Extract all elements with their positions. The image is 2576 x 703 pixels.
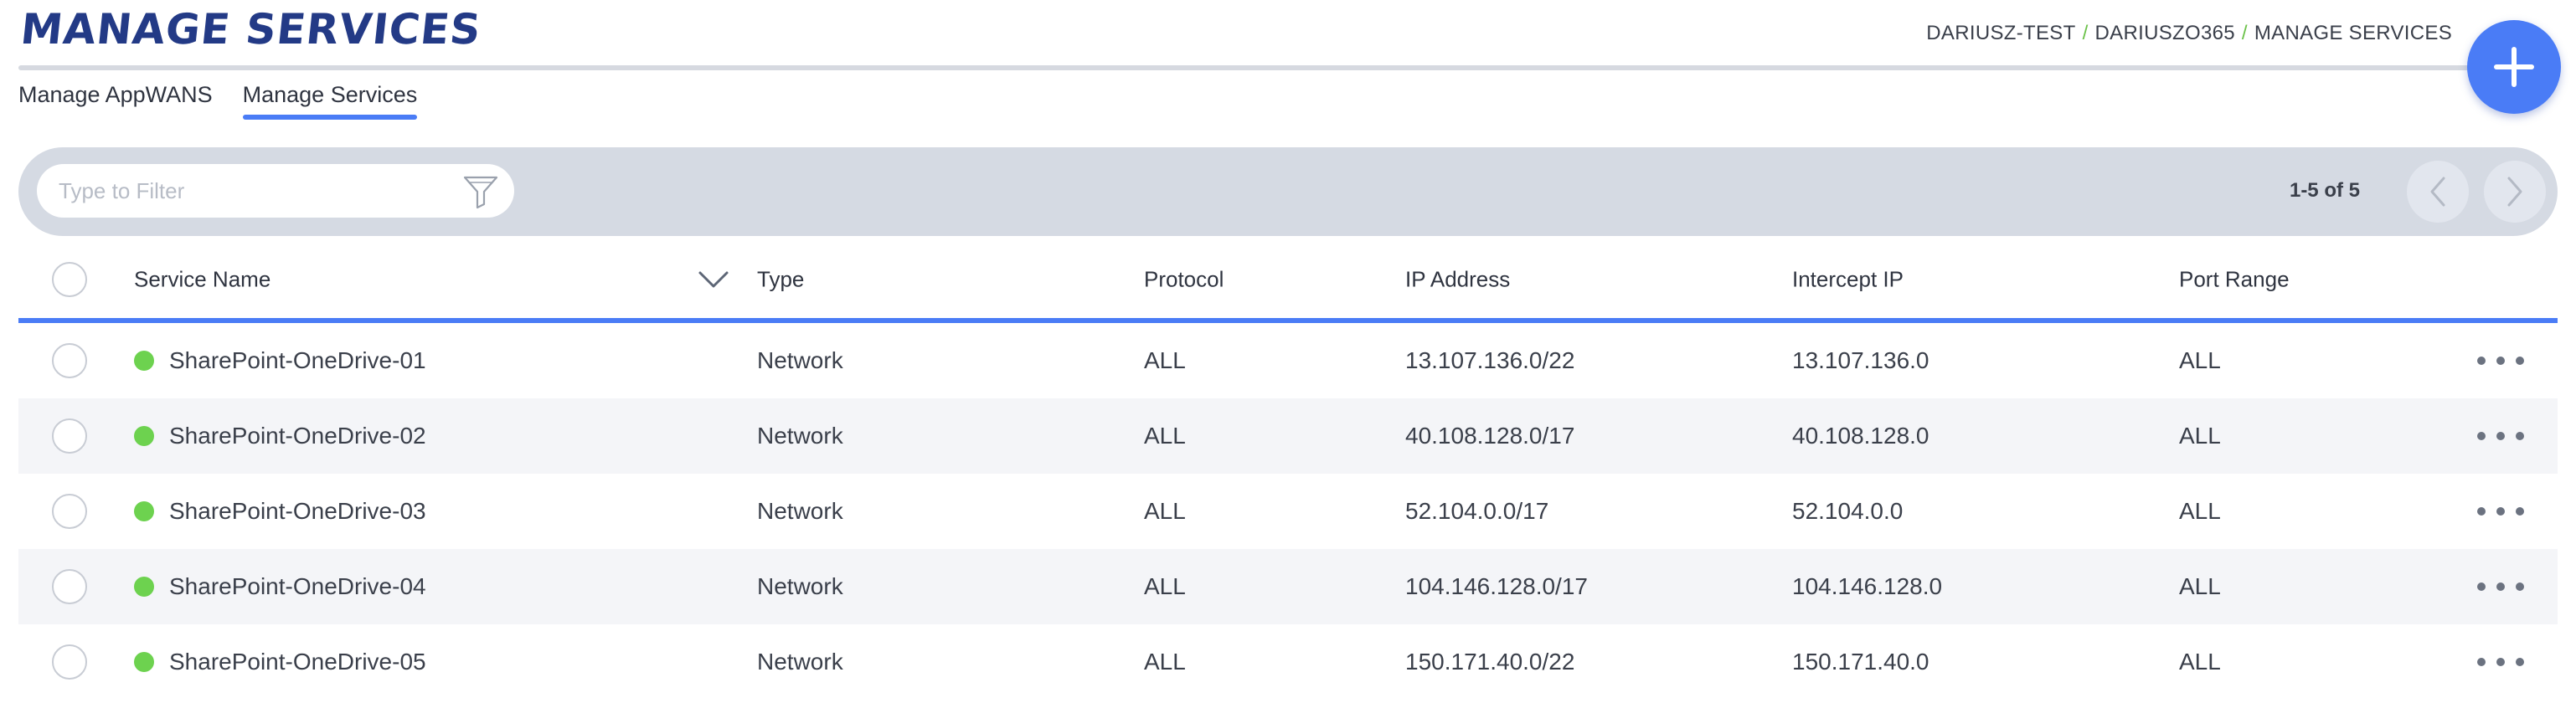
pagination-label: 1-5 of 5 (2289, 179, 2360, 202)
service-ip-address: 13.107.136.0/22 (1405, 347, 1575, 373)
tab-manage-appwans[interactable]: Manage AppWANS (18, 82, 213, 120)
more-options-icon[interactable] (2477, 503, 2524, 520)
service-name[interactable]: SharePoint-OneDrive-01 (169, 347, 426, 374)
breadcrumb: DARIUSZ-TEST / DARIUSZO365 / MANAGE SERVICES (1926, 22, 2452, 45)
service-ip-address: 104.146.128.0/17 (1405, 573, 1588, 599)
tab-manage-services[interactable]: Manage Services (242, 82, 417, 120)
breadcrumb-item-current: MANAGE SERVICES (2254, 22, 2452, 44)
service-intercept-ip: 52.104.0.0 (1792, 498, 1904, 524)
title-divider (18, 65, 2474, 70)
column-header-service-name[interactable]: Service Name (134, 267, 270, 293)
service-type: Network (757, 649, 843, 675)
service-protocol: ALL (1144, 347, 1186, 373)
service-port-range: ALL (2179, 573, 2221, 599)
service-protocol: ALL (1144, 649, 1186, 675)
service-type: Network (757, 498, 843, 524)
service-name[interactable]: SharePoint-OneDrive-02 (169, 423, 426, 449)
service-name[interactable]: SharePoint-OneDrive-03 (169, 498, 426, 525)
funnel-icon[interactable] (462, 174, 499, 209)
filter-field (37, 164, 514, 218)
service-intercept-ip: 13.107.136.0 (1792, 347, 1929, 373)
service-type: Network (757, 573, 843, 599)
more-options-icon[interactable] (2477, 352, 2524, 369)
table-row[interactable]: SharePoint-OneDrive-01 Network ALL 13.10… (18, 323, 2558, 398)
service-type: Network (757, 347, 843, 373)
table-toolbar: 1-5 of 5 (18, 147, 2558, 236)
service-port-range: ALL (2179, 423, 2221, 449)
service-type: Network (757, 423, 843, 449)
add-service-button[interactable] (2467, 20, 2561, 114)
breadcrumb-separator: / (2082, 22, 2089, 44)
service-protocol: ALL (1144, 573, 1186, 599)
chevron-left-icon (2430, 177, 2445, 207)
column-header-protocol[interactable]: Protocol (1144, 267, 1224, 293)
column-header-port-range[interactable]: Port Range (2179, 267, 2290, 293)
status-indicator (134, 652, 154, 672)
service-protocol: ALL (1144, 498, 1186, 524)
service-intercept-ip: 40.108.128.0 (1792, 423, 1929, 449)
service-protocol: ALL (1144, 423, 1186, 449)
service-port-range: ALL (2179, 347, 2221, 373)
row-checkbox[interactable] (52, 494, 87, 529)
table-row[interactable]: SharePoint-OneDrive-05 Network ALL 150.1… (18, 624, 2558, 700)
tab-bar: Manage AppWANS Manage Services (18, 82, 417, 120)
chevron-right-icon (2507, 177, 2522, 207)
row-checkbox[interactable] (52, 644, 87, 680)
next-page-button[interactable] (2484, 161, 2546, 223)
filter-input[interactable] (59, 177, 452, 204)
table-row[interactable]: SharePoint-OneDrive-02 Network ALL 40.10… (18, 398, 2558, 474)
more-options-icon[interactable] (2477, 654, 2524, 670)
status-indicator (134, 501, 154, 521)
row-checkbox[interactable] (52, 343, 87, 378)
service-intercept-ip: 104.146.128.0 (1792, 573, 1943, 599)
breadcrumb-item-tenant[interactable]: DARIUSZO365 (2095, 22, 2235, 44)
breadcrumb-item-network[interactable]: DARIUSZ-TEST (1926, 22, 2075, 44)
more-options-icon[interactable] (2477, 428, 2524, 444)
table-row[interactable]: SharePoint-OneDrive-04 Network ALL 104.1… (18, 549, 2558, 624)
service-ip-address: 52.104.0.0/17 (1405, 498, 1549, 524)
services-table: Service Name Type Protocol IP Address In… (18, 241, 2558, 700)
row-checkbox[interactable] (52, 418, 87, 454)
service-port-range: ALL (2179, 649, 2221, 675)
table-header: Service Name Type Protocol IP Address In… (18, 241, 2558, 323)
select-all-checkbox[interactable] (52, 262, 87, 297)
breadcrumb-separator: / (2241, 22, 2248, 44)
page-title: MANAGE SERVICES (18, 5, 484, 54)
more-options-icon[interactable] (2477, 578, 2524, 595)
service-ip-address: 150.171.40.0/22 (1405, 649, 1575, 675)
row-checkbox[interactable] (52, 569, 87, 604)
plus-icon (2494, 47, 2534, 87)
service-ip-address: 40.108.128.0/17 (1405, 423, 1575, 449)
column-header-type[interactable]: Type (757, 267, 804, 293)
status-indicator (134, 351, 154, 371)
column-header-intercept-ip[interactable]: Intercept IP (1792, 267, 1904, 293)
service-port-range: ALL (2179, 498, 2221, 524)
service-name[interactable]: SharePoint-OneDrive-05 (169, 649, 426, 675)
service-intercept-ip: 150.171.40.0 (1792, 649, 1929, 675)
service-name[interactable]: SharePoint-OneDrive-04 (169, 573, 426, 600)
column-header-ip-address[interactable]: IP Address (1405, 267, 1510, 293)
status-indicator (134, 426, 154, 446)
previous-page-button[interactable] (2407, 161, 2469, 223)
status-indicator (134, 577, 154, 597)
table-row[interactable]: SharePoint-OneDrive-03 Network ALL 52.10… (18, 474, 2558, 549)
chevron-down-icon[interactable] (697, 269, 730, 290)
